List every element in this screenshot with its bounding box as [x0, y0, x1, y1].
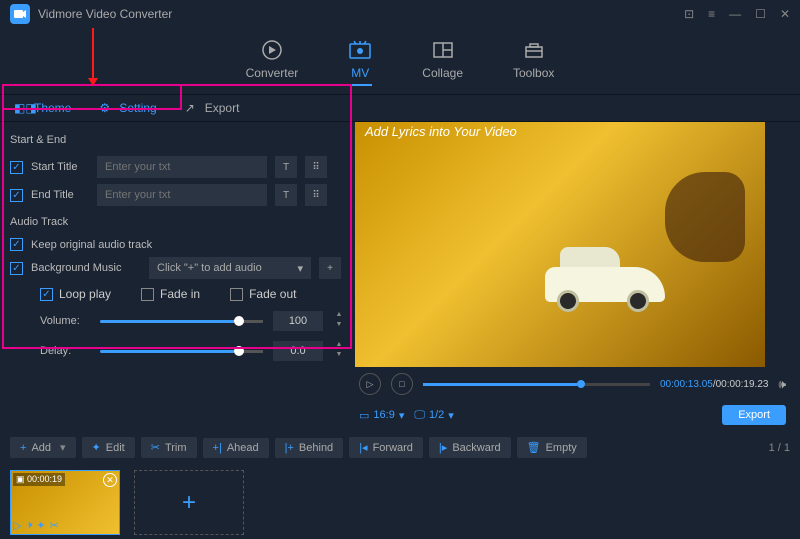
volume-icon[interactable]: 🕪 — [778, 377, 786, 392]
wand-icon: ✦ — [92, 441, 101, 454]
forward-button[interactable]: |◂Forward — [349, 437, 423, 458]
ahead-button[interactable]: +|Ahead — [203, 438, 269, 458]
fadeout-checkbox[interactable] — [230, 288, 243, 301]
volume-up[interactable]: ▲ — [333, 311, 345, 321]
end-title-checkbox[interactable]: ✓ — [10, 189, 23, 202]
monitor-icon: 🖵 — [414, 409, 425, 422]
theme-icon: ◧◨ — [14, 101, 28, 115]
backward-button[interactable]: |▸Backward — [429, 437, 511, 458]
edit-button[interactable]: ✦Edit — [82, 437, 135, 458]
end-text-grid-button[interactable]: ⠿ — [305, 184, 327, 206]
tab-mv[interactable]: MV — [348, 38, 372, 86]
subtab-setting[interactable]: ⚙ Setting — [85, 95, 170, 121]
loop-checkbox[interactable]: ✓ — [40, 288, 53, 301]
end-title-label: End Title — [31, 189, 89, 201]
fadein-label: Fade in — [160, 287, 200, 301]
menu-icon[interactable]: ≡ — [708, 7, 715, 21]
section-audio-track: Audio Track — [10, 212, 345, 232]
tab-collage[interactable]: Collage — [422, 38, 463, 86]
section-start-end: Start & End — [10, 130, 345, 150]
volume-slider[interactable] — [100, 320, 263, 323]
subtab-theme[interactable]: ◧◨ Theme — [0, 95, 85, 121]
scissors-icon: ✂ — [151, 441, 160, 454]
behind-button[interactable]: |+Behind — [275, 438, 344, 458]
page-select[interactable]: 🖵1/2▾ — [414, 409, 453, 422]
chevron-down-icon: ▾ — [399, 409, 405, 422]
export-icon: ↗ — [185, 101, 199, 115]
clip-play-icon[interactable]: ▷ — [13, 519, 21, 532]
fadeout-label: Fade out — [249, 287, 296, 301]
delay-value[interactable]: 0.0 — [273, 341, 323, 361]
clip-remove-button[interactable]: ✕ — [103, 473, 117, 487]
time-display: 00:00:13.05/00:00:19.23 — [660, 379, 768, 390]
aspect-icon: ▭ — [359, 409, 369, 422]
empty-button[interactable]: 🗑Empty — [517, 437, 587, 458]
minimize-icon[interactable]: — — [729, 7, 741, 21]
chevron-down-icon: ▾ — [60, 441, 66, 454]
end-text-style-button[interactable]: T — [275, 184, 297, 206]
start-text-grid-button[interactable]: ⠿ — [305, 156, 327, 178]
clip-trim-icon[interactable]: ✂ — [50, 519, 59, 532]
gear-icon: ⚙ — [99, 101, 113, 115]
clip-thumbnail[interactable]: ▣ 00:00:19 ✕ ▷ 🕨 ✦ ✂ — [10, 470, 120, 535]
start-title-checkbox[interactable]: ✓ — [10, 161, 23, 174]
close-icon[interactable]: ✕ — [780, 7, 790, 21]
chevron-down-icon: ▾ — [448, 409, 454, 422]
start-text-style-button[interactable]: T — [275, 156, 297, 178]
bg-music-checkbox[interactable]: ✓ — [10, 262, 23, 275]
trash-icon: 🗑 — [527, 441, 541, 454]
behind-icon: |+ — [285, 442, 294, 454]
export-button[interactable]: Export — [722, 405, 786, 425]
progress-bar[interactable] — [423, 383, 650, 386]
delay-down[interactable]: ▼ — [333, 351, 345, 361]
backward-icon: |▸ — [439, 441, 447, 454]
add-audio-button[interactable]: + — [319, 257, 341, 279]
volume-label: Volume: — [40, 315, 90, 327]
play-button[interactable]: ▷ — [359, 373, 381, 395]
keep-audio-checkbox[interactable]: ✓ — [10, 238, 23, 251]
trim-button[interactable]: ✂Trim — [141, 437, 197, 458]
maximize-icon[interactable]: ☐ — [755, 7, 766, 21]
add-clip-button[interactable]: + — [134, 470, 244, 535]
start-title-label: Start Title — [31, 161, 89, 173]
ahead-icon: +| — [213, 442, 222, 454]
forward-icon: |◂ — [359, 441, 367, 454]
delay-label: Delay: — [40, 345, 90, 357]
delay-up[interactable]: ▲ — [333, 341, 345, 351]
delay-slider[interactable] — [100, 350, 263, 353]
clip-mute-icon[interactable]: 🕨 — [25, 519, 32, 532]
clip-effect-icon[interactable]: ✦ — [36, 519, 45, 532]
bg-music-label: Background Music — [31, 262, 141, 274]
clip-duration: ▣ 00:00:19 — [13, 473, 65, 486]
app-logo — [10, 4, 30, 24]
preview-overlay-text: Add Lyrics into Your Video — [365, 124, 517, 139]
subtab-export[interactable]: ↗ Export — [171, 95, 254, 121]
chevron-down-icon: ▾ — [297, 262, 303, 275]
start-title-input[interactable] — [97, 156, 267, 178]
app-title: Vidmore Video Converter — [38, 7, 684, 21]
add-button[interactable]: +Add▾ — [10, 437, 76, 458]
stop-button[interactable]: □ — [391, 373, 413, 395]
aspect-select[interactable]: ▭16:9▾ — [359, 409, 404, 422]
plus-icon: + — [20, 442, 26, 454]
page-indicator: 1 / 1 — [769, 442, 790, 454]
fadein-checkbox[interactable] — [141, 288, 154, 301]
tab-toolbox[interactable]: Toolbox — [513, 38, 554, 86]
keep-audio-label: Keep original audio track — [31, 239, 152, 251]
volume-down[interactable]: ▼ — [333, 321, 345, 331]
tab-converter[interactable]: Converter — [246, 38, 299, 86]
feedback-icon[interactable]: ⊡ — [684, 7, 694, 21]
loop-label: Loop play — [59, 287, 111, 301]
end-title-input[interactable] — [97, 184, 267, 206]
volume-value[interactable]: 100 — [273, 311, 323, 331]
converter-icon — [260, 38, 284, 62]
bg-music-select[interactable]: Click "+" to add audio▾ — [149, 257, 311, 279]
mv-icon — [348, 38, 372, 62]
toolbox-icon — [522, 38, 546, 62]
collage-icon — [431, 38, 455, 62]
video-preview[interactable]: Add Lyrics into Your Video — [355, 122, 765, 367]
